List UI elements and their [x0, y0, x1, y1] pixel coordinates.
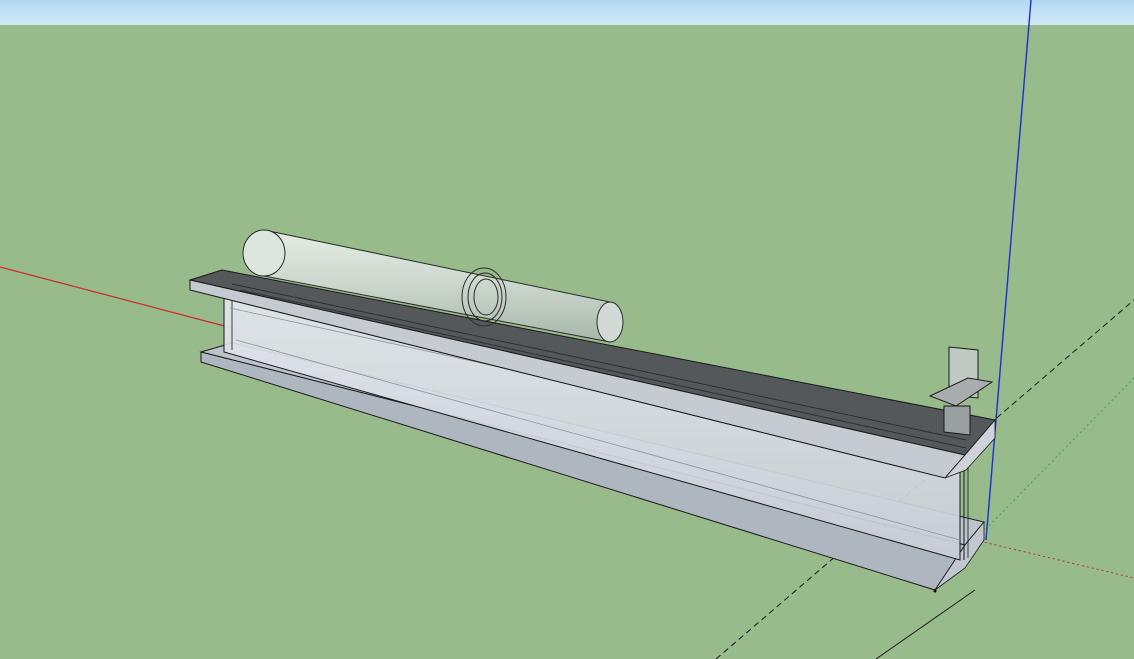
- scene-canvas[interactable]: [0, 0, 1134, 659]
- vertex-marker: [933, 589, 937, 593]
- modeling-viewport[interactable]: [0, 0, 1134, 659]
- pipe-end-left: [242, 229, 286, 277]
- bracket-post: [943, 405, 971, 436]
- sky: [0, 0, 1134, 26]
- pipe-end-right: [596, 301, 624, 343]
